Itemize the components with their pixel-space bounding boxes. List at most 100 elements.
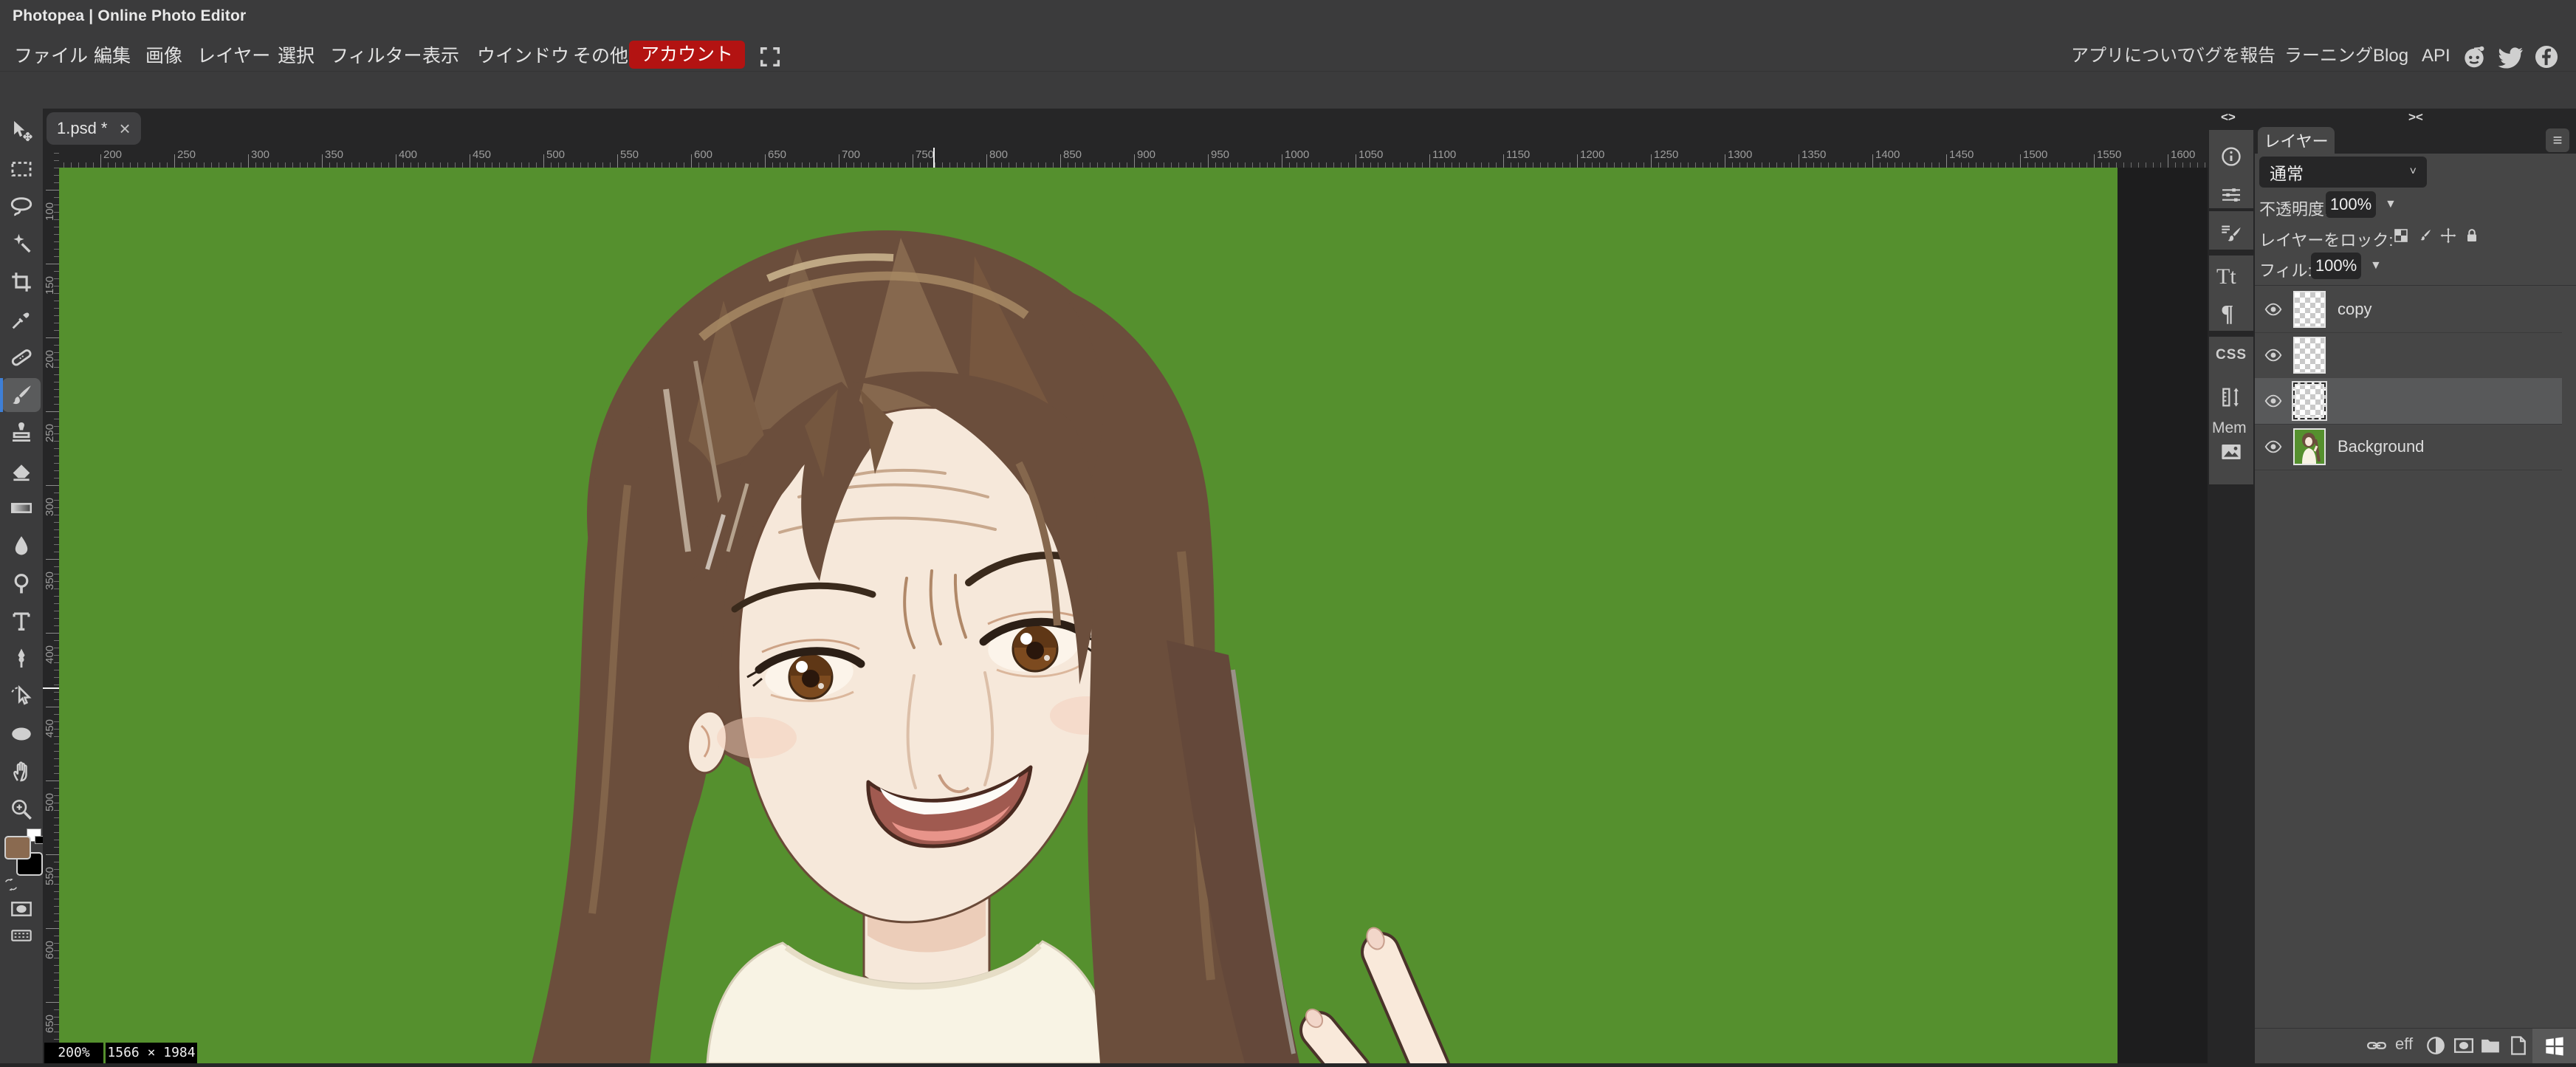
layer-blend-mode-value: 通常 xyxy=(2270,159,2304,185)
layer-opacity-input[interactable]: 100% xyxy=(2326,191,2376,218)
menu-6[interactable]: 表示 xyxy=(419,42,462,70)
spot-heal-icon xyxy=(9,345,34,370)
layer-thumbnail[interactable] xyxy=(2293,337,2326,374)
adjustment-icon[interactable] xyxy=(2425,1035,2447,1057)
link-バグを報告[interactable]: バグを報告 xyxy=(2187,42,2276,70)
type-icon xyxy=(9,608,34,634)
tool-hand[interactable] xyxy=(2,755,41,789)
tool-type[interactable] xyxy=(2,604,41,638)
layer-opacity-dropdown-icon[interactable]: ▼ xyxy=(2385,198,2397,211)
menu-4[interactable]: 選択 xyxy=(275,42,317,70)
menu-account[interactable]: アカウント xyxy=(629,41,745,69)
link-API[interactable]: API xyxy=(2422,42,2450,70)
tool-brush[interactable] xyxy=(2,378,41,412)
document-tab-bar: 1.psd * × xyxy=(43,109,2208,148)
panel-info-icon[interactable] xyxy=(2219,145,2243,168)
panel-adjustments-icon[interactable] xyxy=(2219,183,2243,207)
tool-eyedropper[interactable] xyxy=(2,303,41,337)
panel-character[interactable]: Tt xyxy=(2216,264,2236,289)
panel-menu-icon[interactable]: ≡ xyxy=(2546,128,2569,152)
collapse-right-icon[interactable]: >< xyxy=(2408,110,2423,125)
tool-zoom[interactable] xyxy=(2,792,41,826)
menu-1[interactable]: 編集 xyxy=(91,42,134,70)
panel-paragraph[interactable]: ¶ xyxy=(2221,300,2233,327)
close-tab-icon[interactable]: × xyxy=(120,120,131,137)
tool-move[interactable] xyxy=(2,114,41,148)
layer-visibility-eye-icon[interactable] xyxy=(2264,391,2284,411)
tool-ellipse[interactable] xyxy=(2,717,41,751)
layer-lock-label: レイヤーをロック: xyxy=(2259,227,2393,251)
tool-dodge[interactable] xyxy=(2,566,41,600)
tool-crop[interactable] xyxy=(2,265,41,299)
menu-3[interactable]: レイヤー xyxy=(194,42,273,70)
lasso-icon xyxy=(9,194,34,219)
lock-paint-icon[interactable] xyxy=(2416,227,2434,244)
lock-move-icon[interactable] xyxy=(2439,227,2457,244)
tool-magic-wand[interactable] xyxy=(2,227,41,261)
tool-eraser[interactable] xyxy=(2,453,41,487)
pasteboard xyxy=(59,168,2208,1063)
rectangle-select-icon xyxy=(9,157,34,182)
tool-spot-heal[interactable] xyxy=(2,340,41,374)
tab-layers[interactable]: レイヤー xyxy=(2258,127,2335,154)
layer-row-1[interactable] xyxy=(2255,332,2562,379)
foreground-color-swatch[interactable] xyxy=(4,836,31,860)
menu-2[interactable]: 画像 xyxy=(142,42,185,70)
folder-icon[interactable] xyxy=(2479,1035,2501,1057)
link-Blog[interactable]: Blog xyxy=(2373,42,2408,70)
layer-thumbnail[interactable] xyxy=(2293,291,2326,328)
menu-8[interactable]: その他 xyxy=(570,42,631,70)
status-dimensions: 1566 × 1984 xyxy=(106,1043,197,1063)
move-icon xyxy=(9,119,34,144)
layer-visibility-eye-icon[interactable] xyxy=(2264,300,2284,319)
path-select-icon xyxy=(9,684,34,709)
panel-brush-settings-icon[interactable] xyxy=(2219,222,2243,245)
twitter-icon[interactable] xyxy=(2497,43,2525,71)
layer-row-2[interactable] xyxy=(2255,378,2562,425)
keyboard-shortcuts-icon[interactable] xyxy=(10,924,33,943)
canvas-artwork[interactable] xyxy=(59,168,2118,1063)
swap-colors-icon[interactable] xyxy=(3,876,19,893)
lock-transparency-icon[interactable] xyxy=(2392,227,2410,244)
panel-image-icon[interactable] xyxy=(2219,440,2243,464)
reddit-icon[interactable] xyxy=(2460,43,2488,71)
tool-blur[interactable] xyxy=(2,529,41,563)
menu-0[interactable]: ファイル xyxy=(11,42,91,70)
mask-icon[interactable] xyxy=(2453,1035,2475,1057)
link-ラーニング[interactable]: ラーニング xyxy=(2284,42,2373,70)
tool-rectangle-select[interactable] xyxy=(2,152,41,186)
tool-gradient[interactable] xyxy=(2,491,41,525)
brush-icon xyxy=(9,382,34,408)
layer-visibility-eye-icon[interactable] xyxy=(2264,346,2284,365)
layer-fill-input[interactable]: 100% xyxy=(2311,253,2361,279)
fullscreen-icon[interactable] xyxy=(758,44,783,69)
menu-7[interactable]: ウインドウ xyxy=(474,42,572,70)
layer-thumbnail[interactable] xyxy=(2293,382,2326,419)
panel-css[interactable]: CSS xyxy=(2216,347,2247,363)
layer-opacity-label: 不透明度: xyxy=(2259,196,2329,220)
facebook-icon[interactable] xyxy=(2532,43,2560,71)
document-tab[interactable]: 1.psd * × xyxy=(47,112,141,145)
menu-5[interactable]: フィルター xyxy=(327,42,425,70)
layer-row-copy[interactable]: copy xyxy=(2255,287,2562,333)
tool-clone-stamp[interactable] xyxy=(2,416,41,450)
tool-pen[interactable] xyxy=(2,642,41,676)
tool-path-select[interactable] xyxy=(2,679,41,713)
new-layer-icon[interactable] xyxy=(2507,1035,2529,1057)
layer-fill-dropdown-icon[interactable]: ▼ xyxy=(2370,259,2382,272)
layer-thumbnail[interactable] xyxy=(2293,428,2326,465)
ruler-cursor-h xyxy=(933,148,935,168)
layer-blend-mode-select[interactable]: 通常 ˅ xyxy=(2259,157,2427,188)
quick-mask-icon[interactable] xyxy=(10,897,33,916)
tool-lasso[interactable] xyxy=(2,190,41,224)
collapse-left-icon[interactable]: <> xyxy=(2221,110,2236,125)
lock-all-icon[interactable] xyxy=(2463,227,2481,244)
layer-visibility-eye-icon[interactable] xyxy=(2264,437,2284,456)
link-icon[interactable] xyxy=(2366,1035,2388,1057)
link-アプリについて[interactable]: アプリについて xyxy=(2071,42,2194,70)
tool-bar xyxy=(0,109,43,1063)
blur-icon xyxy=(9,533,34,558)
effects-icon[interactable]: eff xyxy=(2395,1035,2417,1057)
layer-row-Background[interactable]: Background xyxy=(2255,424,2562,470)
panel-measure-icon[interactable] xyxy=(2219,385,2243,409)
